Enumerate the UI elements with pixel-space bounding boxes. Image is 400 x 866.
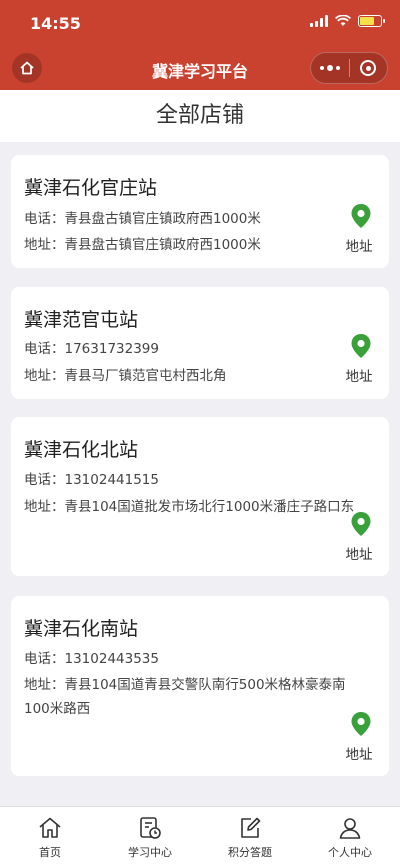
tab-label: 积分答题: [228, 846, 272, 859]
store-phone: 电话：13102441515: [24, 472, 159, 488]
status-bar: 14:55: [0, 0, 400, 44]
close-ring-icon: [360, 60, 377, 76]
store-name: 冀津石化官庄站: [24, 177, 158, 199]
store-address: 地址：青县马厂镇范官屯村西北角: [24, 368, 227, 384]
store-address: 地址：青县104国道青县交警队南行500米格林豪泰南100米路西: [24, 677, 346, 717]
app-header: 14:55 冀津学习平台: [0, 0, 400, 90]
status-icons: [310, 15, 385, 27]
store-card[interactable]: 冀津范官屯站 电话：17631732399 地址：青县马厂镇范官屯村西北角 地址: [11, 287, 389, 399]
tab-bar: 首页 学习中心 积分答题 个人中心: [0, 806, 400, 866]
tab-label: 个人中心: [328, 846, 372, 859]
tab-label: 首页: [39, 846, 61, 859]
store-name: 冀津石化南站: [24, 618, 139, 640]
map-label: 地址: [345, 239, 373, 255]
user-icon: [339, 818, 361, 839]
close-button[interactable]: [349, 60, 387, 76]
tab-label: 学习中心: [128, 846, 172, 859]
store-card[interactable]: 冀津石化南站 电话：13102443535 地址：青县104国道青县交警队南行5…: [11, 596, 389, 776]
more-dots-icon[interactable]: [311, 65, 349, 71]
store-card[interactable]: 冀津石化北站 电话：13102441515 地址：青县104国道批发市场北行10…: [11, 417, 389, 576]
edit-icon: [241, 817, 261, 838]
store-phone: 电话：青县盘古镇官庄镇政府西1000米: [24, 211, 261, 227]
store-address: 地址：青县104国道批发市场北行1000米潘庄子路口东: [24, 499, 355, 515]
tab-study[interactable]: 学习中心: [100, 807, 200, 866]
store-name: 冀津石化北站: [24, 439, 139, 461]
store-phone: 电话：13102443535: [24, 651, 159, 667]
study-clock-icon: [140, 817, 161, 839]
location-pin-icon: [351, 512, 371, 536]
store-card[interactable]: 冀津石化官庄站 电话：青县盘古镇官庄镇政府西1000米 地址：青县盘古镇官庄镇政…: [11, 155, 389, 268]
nav-bar: 冀津学习平台: [0, 48, 400, 88]
map-label: 地址: [345, 369, 373, 385]
map-button[interactable]: 地址: [346, 711, 375, 763]
capsule-menu: [310, 52, 388, 84]
tab-profile[interactable]: 个人中心: [300, 807, 400, 866]
map-label: 地址: [345, 747, 373, 763]
page-title: 全部店铺: [0, 90, 400, 142]
store-name: 冀津范官屯站: [24, 309, 139, 331]
store-phone: 电话：17631732399: [24, 341, 159, 357]
status-time: 14:55: [30, 14, 81, 33]
map-button[interactable]: 地址: [346, 333, 375, 385]
map-button[interactable]: 地址: [346, 203, 375, 255]
home-outline-icon: [39, 817, 61, 838]
location-pin-icon: [351, 204, 371, 228]
store-address: 地址：青县盘古镇官庄镇政府西1000米: [24, 237, 261, 253]
tab-home[interactable]: 首页: [0, 807, 100, 866]
map-label: 地址: [345, 547, 373, 563]
tab-quiz[interactable]: 积分答题: [200, 807, 300, 866]
map-button[interactable]: 地址: [346, 511, 375, 563]
location-pin-icon: [351, 334, 371, 358]
location-pin-icon: [351, 712, 371, 736]
signal-icon: [310, 15, 328, 27]
wifi-icon: [335, 15, 351, 26]
battery-icon: [358, 15, 385, 27]
